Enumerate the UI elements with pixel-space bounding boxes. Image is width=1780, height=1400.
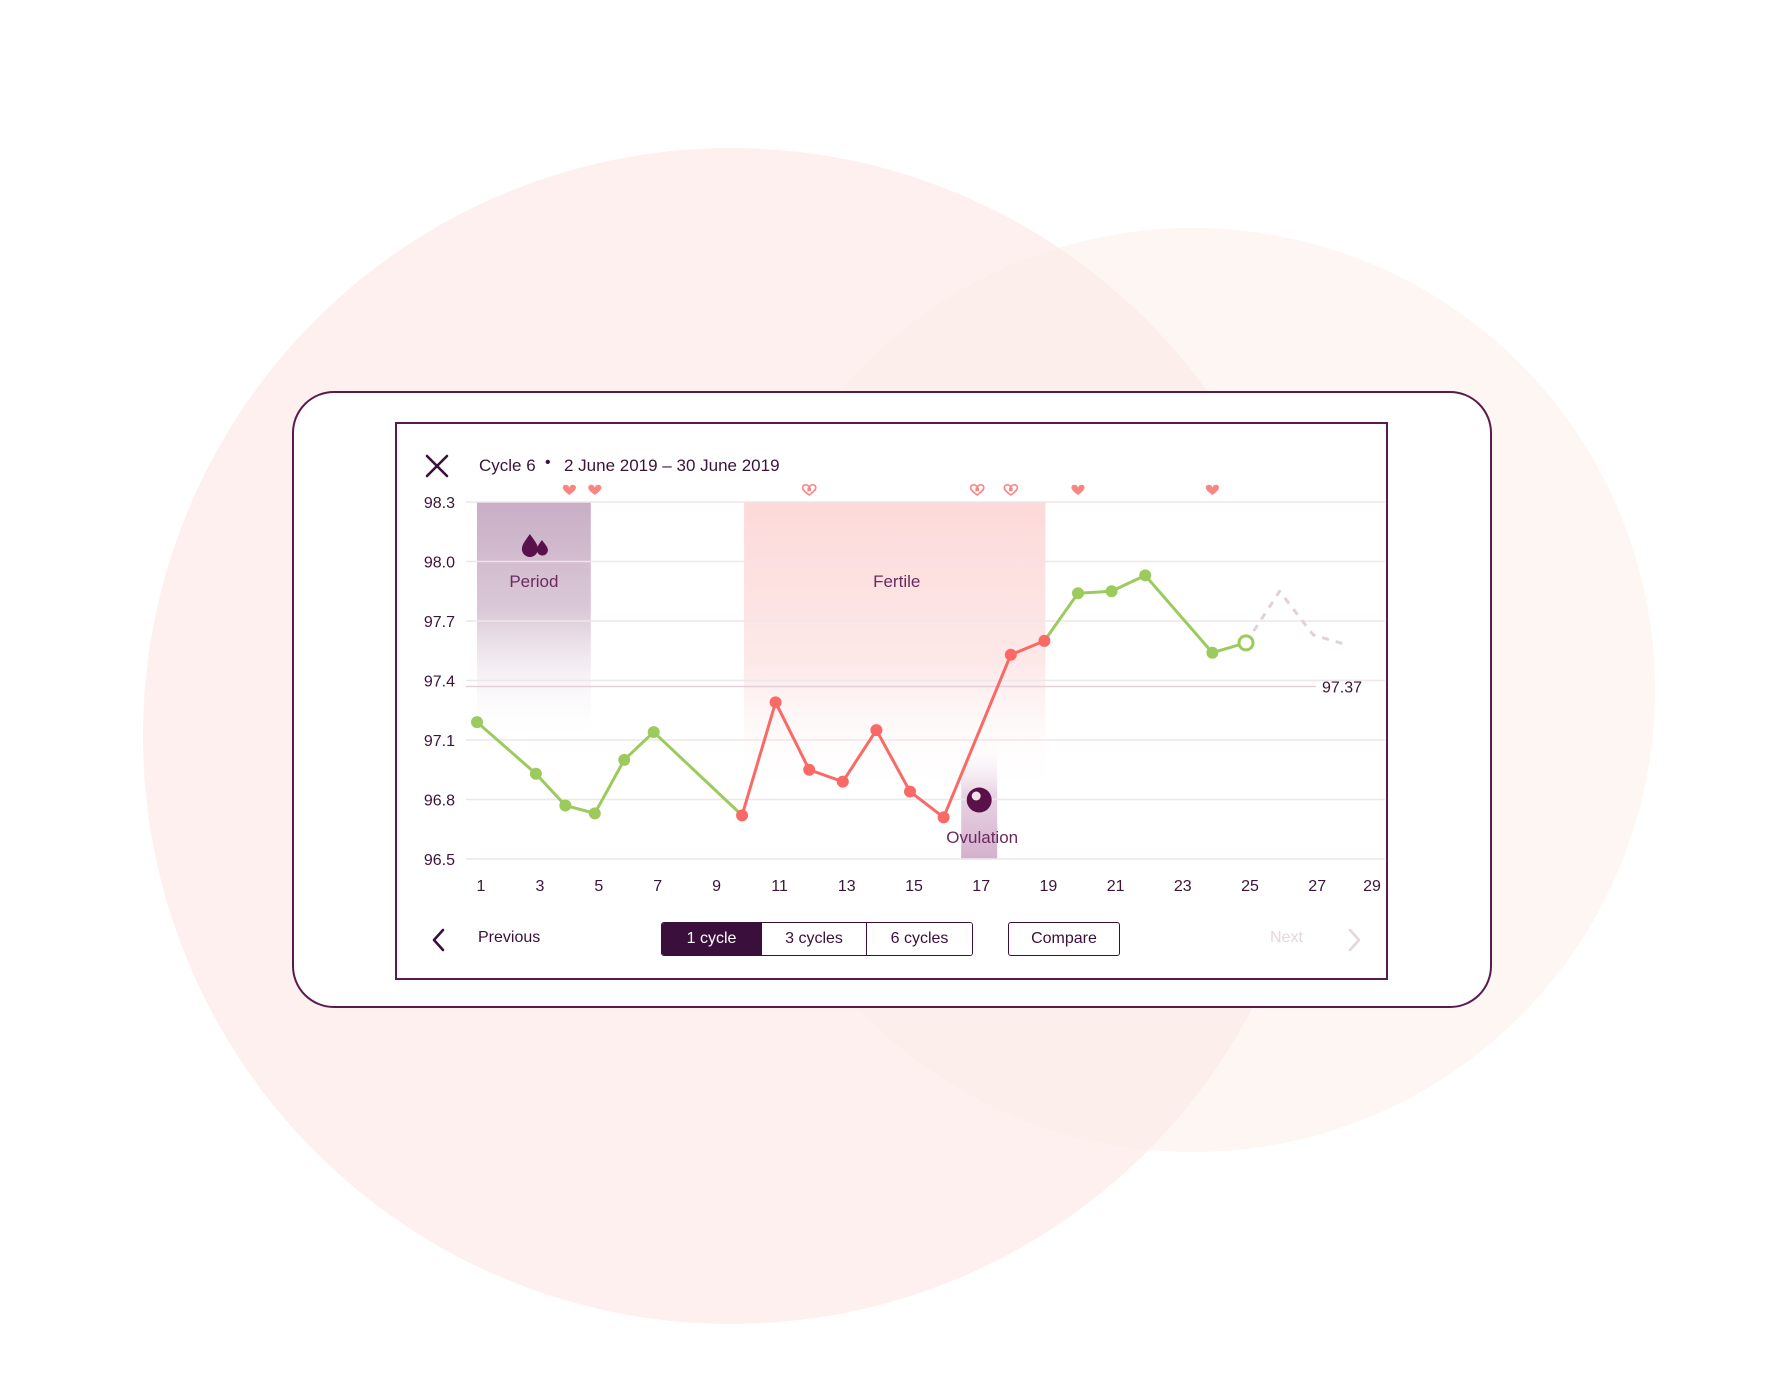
data-point[interactable] bbox=[1004, 648, 1017, 661]
close-x-icon bbox=[425, 454, 449, 478]
data-point[interactable] bbox=[647, 726, 660, 739]
data-point[interactable] bbox=[618, 753, 631, 766]
chevron-left-icon bbox=[432, 928, 445, 952]
next-cycle-button[interactable]: Next bbox=[1262, 924, 1372, 956]
data-point[interactable] bbox=[588, 807, 601, 820]
cycle-label: Cycle 6 bbox=[479, 456, 536, 475]
data-point[interactable] bbox=[937, 811, 950, 824]
data-point[interactable] bbox=[836, 775, 849, 788]
data-point-today[interactable] bbox=[1237, 634, 1255, 652]
data-point[interactable] bbox=[1105, 585, 1118, 598]
range-option-1-cycle[interactable]: 1 cycle bbox=[662, 923, 761, 955]
date-range: 2 June 2019 – 30 June 2019 bbox=[564, 456, 780, 475]
data-point[interactable] bbox=[529, 767, 542, 780]
data-point[interactable] bbox=[1038, 634, 1051, 647]
data-point[interactable] bbox=[736, 809, 749, 822]
data-point[interactable] bbox=[803, 763, 816, 776]
cycle-range-selector: 1 cycle 3 cycles 6 cycles bbox=[661, 922, 973, 956]
next-label: Next bbox=[1270, 929, 1303, 946]
previous-cycle-button[interactable]: Previous bbox=[425, 924, 565, 956]
cycle-chart-screen bbox=[395, 422, 1388, 980]
data-point[interactable] bbox=[1072, 587, 1084, 600]
range-option-3-cycles[interactable]: 3 cycles bbox=[761, 923, 866, 955]
data-point[interactable] bbox=[1139, 569, 1152, 582]
header-separator: • bbox=[545, 454, 551, 471]
range-option-6-cycles[interactable]: 6 cycles bbox=[866, 923, 972, 955]
data-point[interactable] bbox=[870, 724, 883, 737]
close-button[interactable] bbox=[423, 452, 451, 480]
data-point[interactable] bbox=[1206, 646, 1219, 659]
data-point[interactable] bbox=[559, 799, 572, 812]
data-point[interactable] bbox=[769, 696, 782, 709]
chevron-right-icon bbox=[1348, 928, 1361, 952]
previous-label: Previous bbox=[478, 929, 541, 946]
data-point[interactable] bbox=[904, 785, 916, 798]
compare-button[interactable]: Compare bbox=[1008, 922, 1120, 956]
data-point[interactable] bbox=[471, 716, 483, 729]
